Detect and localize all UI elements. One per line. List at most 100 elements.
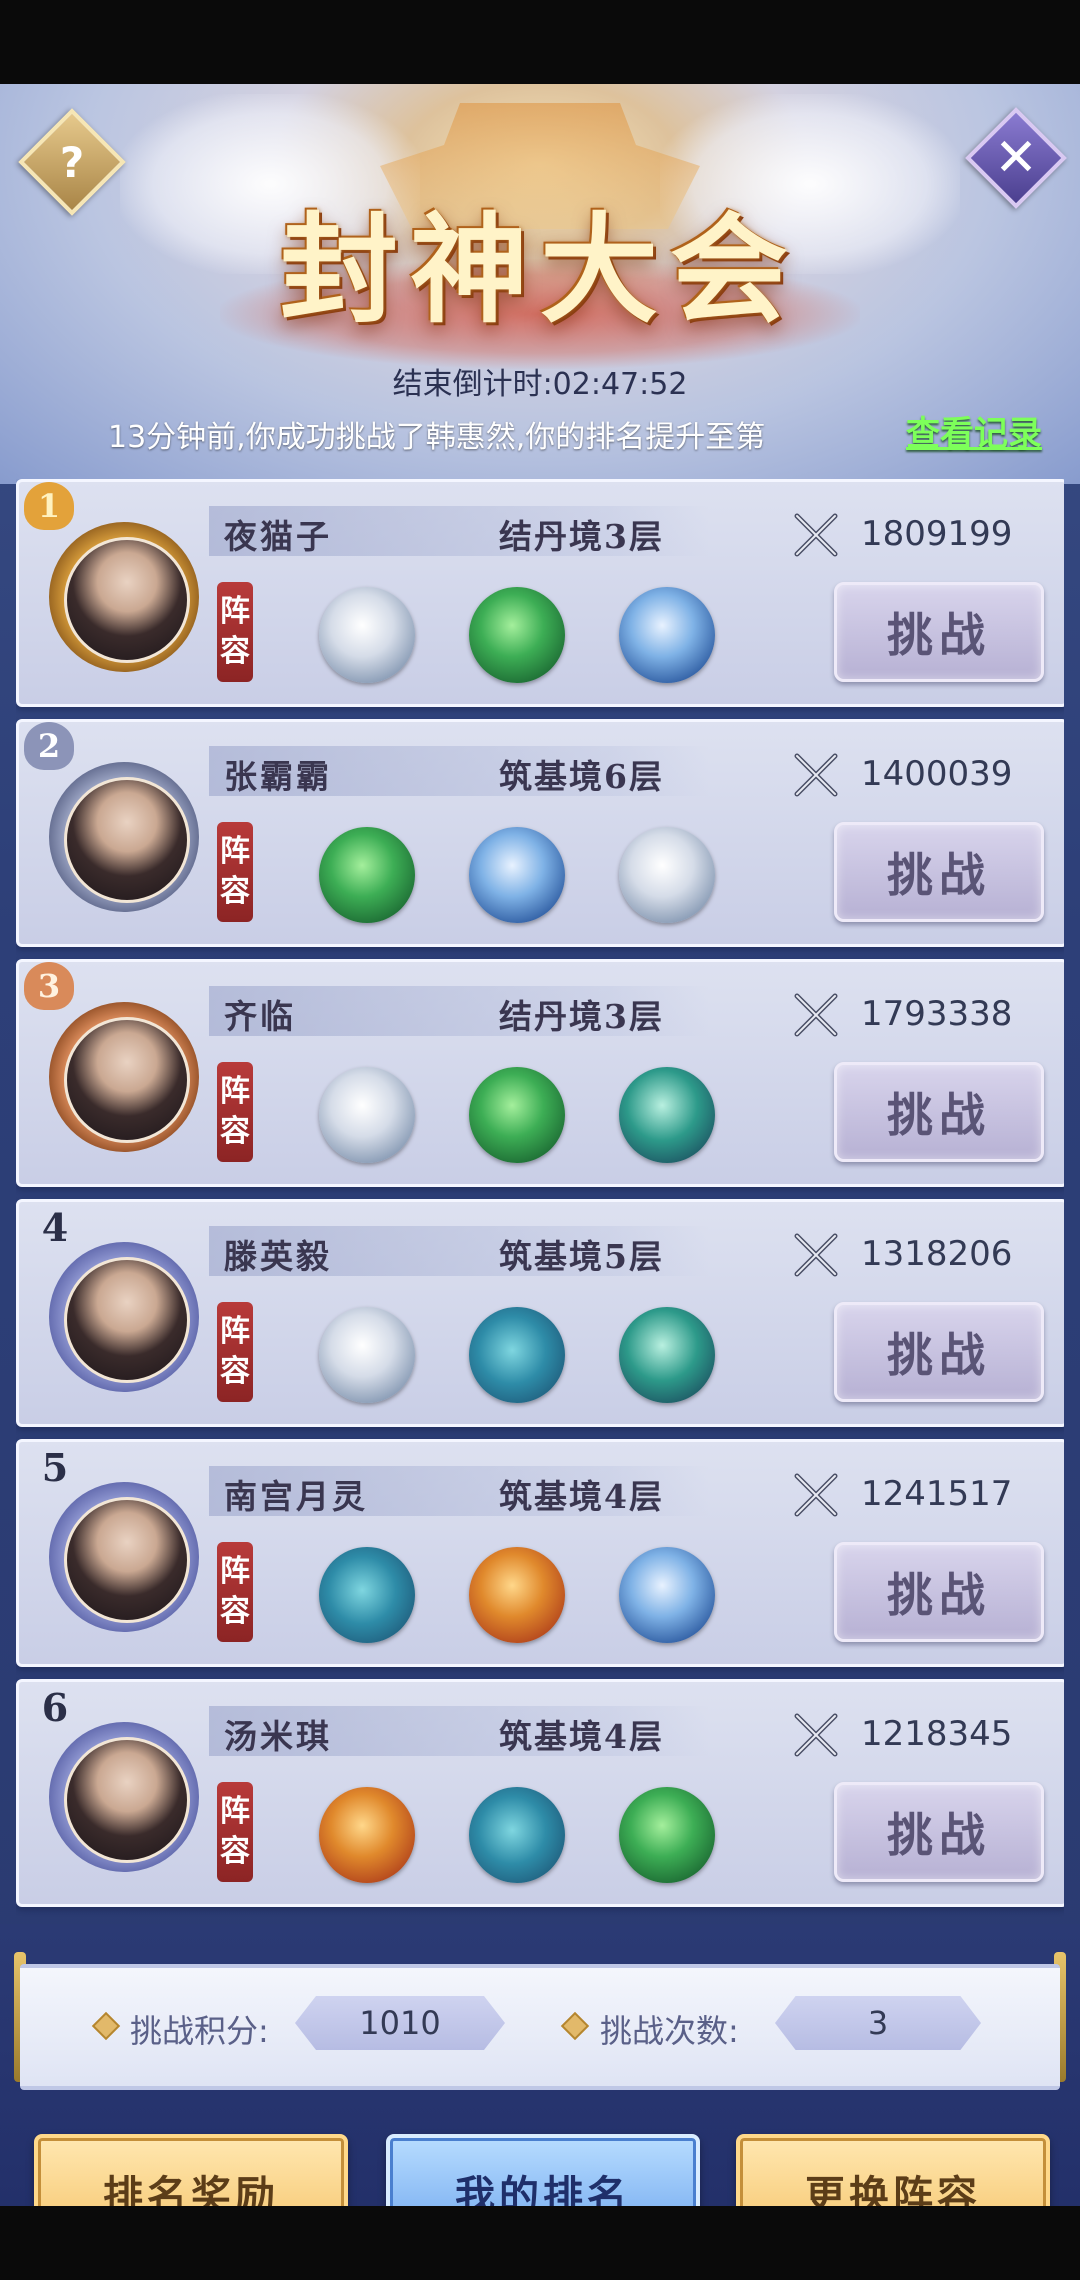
white-tiger-icon[interactable] [319, 587, 415, 683]
lineup-tag-char: 阵 [220, 1314, 250, 1349]
player-name: 张霸霸 [224, 757, 332, 796]
page-title: 封神大会 [279, 200, 800, 339]
player-name: 齐临 [224, 997, 296, 1036]
blue-whale-icon[interactable] [469, 1787, 565, 1883]
lineup-tag: 阵容 [217, 1302, 253, 1402]
crossed-swords-icon [794, 1233, 838, 1277]
lineup-tag-char: 容 [220, 874, 250, 909]
challenge-attempts-value: 3 [775, 1996, 981, 2050]
combat-power: 1809199 [861, 514, 1013, 554]
lineup-tag-char: 容 [220, 634, 250, 669]
rank-badge: 1 [24, 482, 74, 530]
lineup-tag: 阵容 [217, 582, 253, 682]
player-realm: 筑基境4层 [499, 1717, 664, 1756]
blue-whale-icon[interactable] [319, 1547, 415, 1643]
lineup-tag-char: 阵 [220, 1074, 250, 1109]
blue-dragon-icon[interactable] [619, 1547, 715, 1643]
player-name: 滕英毅 [224, 1237, 332, 1276]
player-avatar[interactable] [64, 1257, 190, 1383]
green-dragon-icon[interactable] [319, 827, 415, 923]
white-tiger-icon[interactable] [319, 1307, 415, 1403]
challenge-button[interactable]: 挑战 [834, 1302, 1044, 1402]
challenge-button[interactable]: 挑战 [834, 1542, 1044, 1642]
ranking-card: 3 齐临 结丹境3层 1793338 阵容 挑战 [16, 959, 1064, 1187]
challenge-points-value: 1010 [295, 1996, 505, 2050]
ranking-list[interactable]: 1 夜猫子 结丹境3层 1809199 阵容挑战 2 张霸霸 筑基境6层 1400039 阵容挑战… [16, 479, 1064, 1925]
golden-dragon-icon[interactable] [469, 1547, 565, 1643]
challenge-button[interactable]: 挑战 [834, 1062, 1044, 1162]
golden-dragon-icon[interactable] [319, 1787, 415, 1883]
white-tiger-icon[interactable] [319, 1067, 415, 1163]
player-avatar[interactable] [64, 1497, 190, 1623]
green-dragon-icon[interactable] [619, 1787, 715, 1883]
green-dragon-icon[interactable] [469, 1067, 565, 1163]
player-realm: 筑基境5层 [499, 1237, 664, 1276]
lineup-tag-char: 阵 [220, 1794, 250, 1829]
combat-power: 1318206 [861, 1234, 1013, 1274]
challenge-button[interactable]: 挑战 [834, 582, 1044, 682]
blue-dragon-icon[interactable] [469, 827, 565, 923]
lineup-tag-char: 容 [220, 1114, 250, 1149]
player-realm: 结丹境3层 [499, 997, 664, 1036]
rank-badge: 3 [24, 962, 74, 1010]
lineup-tag-char: 阵 [220, 834, 250, 869]
lineup-tag: 阵容 [217, 1782, 253, 1882]
ranking-card: 2 张霸霸 筑基境6层 1400039 阵容 挑战 [16, 719, 1064, 947]
ranking-card: 6 汤米琪 筑基境4层 1218345 阵容 挑战 [16, 1679, 1064, 1907]
lineup-tag: 阵容 [217, 1542, 253, 1642]
rank-badge: 6 [41, 1684, 69, 1730]
lineup-tag-char: 容 [220, 1834, 250, 1869]
combat-power: 1241517 [861, 1474, 1013, 1514]
lineup-tag: 阵容 [217, 1062, 253, 1162]
challenge-button[interactable]: 挑战 [834, 822, 1044, 922]
teal-dragon-icon[interactable] [619, 1067, 715, 1163]
challenge-button[interactable]: 挑战 [834, 1782, 1044, 1882]
white-tiger-icon[interactable] [619, 827, 715, 923]
rank-badge: 5 [41, 1444, 69, 1490]
rank-reward-button[interactable]: 排名奖励 [34, 2134, 348, 2206]
combat-power: 1218345 [861, 1714, 1013, 1754]
player-avatar[interactable] [64, 1017, 190, 1143]
rank-badge: 2 [24, 722, 74, 770]
lineup-tag-char: 阵 [220, 594, 250, 629]
crossed-swords-icon [794, 993, 838, 1037]
player-realm: 结丹境3层 [499, 517, 664, 556]
diamond-icon [560, 2011, 590, 2041]
blue-whale-icon[interactable] [469, 1307, 565, 1403]
diamond-icon [91, 2011, 121, 2041]
change-lineup-button[interactable]: 更换阵容 [736, 2134, 1050, 2206]
lineup-tag-char: 容 [220, 1594, 250, 1629]
question-icon: ? [59, 137, 85, 187]
lineup-tag: 阵容 [217, 822, 253, 922]
close-icon: ✕ [994, 128, 1038, 188]
challenge-notice: 13分钟前,你成功挑战了韩惠然,你的排名提升至第 [108, 420, 766, 455]
ranking-card: 5 南宫月灵 筑基境4层 1241517 阵容 挑战 [16, 1439, 1064, 1667]
player-avatar[interactable] [64, 777, 190, 903]
lineup-tag-char: 阵 [220, 1554, 250, 1589]
blue-dragon-icon[interactable] [619, 587, 715, 683]
player-avatar[interactable] [64, 1737, 190, 1863]
player-avatar[interactable] [64, 537, 190, 663]
player-name: 夜猫子 [224, 517, 332, 556]
stats-panel: 挑战积分: 1010 挑战次数: 3 [20, 1964, 1060, 2090]
view-log-link[interactable]: 查看记录 [906, 406, 1042, 455]
combat-power: 1400039 [861, 754, 1013, 794]
player-realm: 筑基境6层 [499, 757, 664, 796]
green-dragon-icon[interactable] [469, 587, 565, 683]
challenge-points-label: 挑战积分: [130, 2012, 269, 2050]
crossed-swords-icon [794, 1473, 838, 1517]
horned-beast-icon[interactable] [619, 1307, 715, 1403]
arena-screen: 封神大会 ? ✕ 结束倒计时:02:47:52 13分钟前,你成功挑战了韩惠然,… [0, 84, 1080, 2206]
lineup-tag-char: 容 [220, 1354, 250, 1389]
bottom-panel: 挑战积分: 1010 挑战次数: 3 排名奖励 我的排名 更换阵容 [0, 1924, 1080, 2206]
challenge-attempts-label: 挑战次数: [600, 2012, 739, 2050]
my-rank-button[interactable]: 我的排名 [386, 2134, 700, 2206]
crossed-swords-icon [794, 753, 838, 797]
countdown-timer: 结束倒计时:02:47:52 [392, 367, 688, 402]
ranking-card: 4 滕英毅 筑基境5层 1318206 阵容 挑战 [16, 1199, 1064, 1427]
combat-power: 1793338 [861, 994, 1013, 1034]
rank-badge: 4 [41, 1204, 69, 1250]
crossed-swords-icon [794, 1713, 838, 1757]
crossed-swords-icon [794, 513, 838, 557]
player-name: 南宫月灵 [224, 1477, 368, 1516]
